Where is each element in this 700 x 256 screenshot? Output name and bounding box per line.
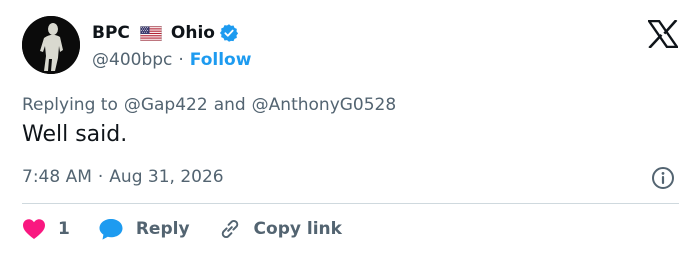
timestamp-separator: · xyxy=(97,167,104,187)
copy-link-label: Copy link xyxy=(253,219,342,239)
action-bar: 1 Reply Copy link xyxy=(22,215,342,243)
reply-conjunction: and xyxy=(213,95,246,115)
link-icon xyxy=(221,219,238,239)
author-name-row[interactable]: BPC Ohio xyxy=(92,21,239,45)
x-logo-icon[interactable] xyxy=(646,19,680,49)
tweet-date[interactable]: Aug 31, 2026 xyxy=(109,167,223,187)
author-name-part2[interactable]: Ohio xyxy=(171,23,215,43)
copy-link-button[interactable]: Copy link xyxy=(218,217,342,241)
avatar[interactable] xyxy=(22,16,80,74)
author-name-part1[interactable]: BPC xyxy=(92,23,130,43)
handle-row: @400bpc · Follow xyxy=(92,48,251,72)
reply-button[interactable]: Reply xyxy=(98,217,218,241)
avatar-silhouette xyxy=(22,16,80,74)
tweet-timestamp[interactable]: 7:48 AM · Aug 31, 2026 xyxy=(22,165,224,189)
divider xyxy=(22,203,679,204)
mention-link-2[interactable]: @AnthonyG0528 xyxy=(252,95,397,115)
reply-prefix: Replying to xyxy=(22,95,118,115)
heart-icon xyxy=(23,219,45,239)
verified-badge-icon xyxy=(219,23,239,43)
us-flag-icon xyxy=(139,25,162,41)
like-count: 1 xyxy=(58,219,70,239)
reply-context: Replying to @Gap422 and @AnthonyG0528 xyxy=(22,92,396,118)
handle-separator: · xyxy=(178,50,184,70)
like-button[interactable]: 1 xyxy=(22,218,98,240)
mention-link-1[interactable]: @Gap422 xyxy=(124,95,208,115)
author-handle[interactable]: @400bpc xyxy=(92,50,172,70)
reply-label: Reply xyxy=(135,219,190,239)
tweet-text: Well said. xyxy=(22,122,128,147)
follow-button[interactable]: Follow xyxy=(190,50,252,70)
info-icon[interactable] xyxy=(651,166,675,190)
tweet-time[interactable]: 7:48 AM xyxy=(22,167,92,187)
speech-bubble-icon xyxy=(99,219,123,240)
